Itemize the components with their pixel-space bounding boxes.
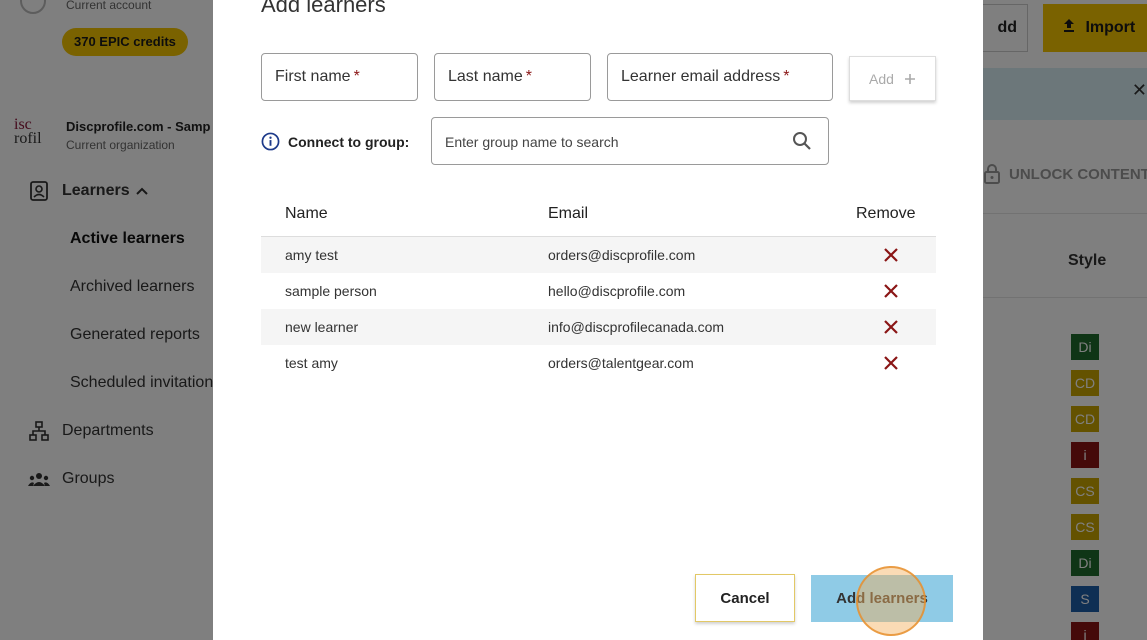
group-search [431,117,829,165]
plus-icon [904,73,916,85]
first-name-label: First name [275,68,351,85]
connect-to-group-label: Connect to group: [288,133,410,150]
add-learners-dialog: Add learners First name * Last name * Lear… [213,0,983,640]
close-icon [884,320,898,334]
remove-learner-button[interactable] [846,319,936,335]
last-name-label: Last name [448,68,523,85]
add-button[interactable]: Add [849,56,936,101]
close-icon [884,248,898,262]
learner-email: hello@discprofile.com [548,283,686,299]
learner-name: new learner [285,319,359,335]
learner-email: info@discprofilecanada.com [548,319,725,335]
remove-learner-button[interactable] [846,247,936,263]
required-mark: * [353,68,360,85]
required-mark: * [525,68,532,85]
remove-learner-button[interactable] [846,283,936,299]
email-field[interactable]: Learner email address * [607,53,833,101]
email-column-header: Email [548,205,589,222]
table-row: sample person hello@discprofile.com [261,273,936,309]
table-row: test amy orders@talentgear.com [261,345,936,381]
learner-email: orders@talentgear.com [548,355,694,371]
name-column-header: Name [285,205,328,222]
cancel-button[interactable]: Cancel [695,574,795,622]
connect-to-group: Connect to group: [261,132,409,151]
table-row: amy test orders@discprofile.com [261,237,936,273]
info-icon[interactable] [261,132,280,151]
close-icon [884,284,898,298]
learner-email: orders@discprofile.com [548,247,696,263]
learner-name: sample person [285,283,377,299]
learner-name: test amy [285,355,338,371]
first-name-field[interactable]: First name * [261,53,418,101]
table-row: new learner info@discprofilecanada.com [261,309,936,345]
close-icon [884,356,898,370]
search-icon[interactable] [792,131,812,156]
remove-column-header: Remove [856,205,916,222]
last-name-field[interactable]: Last name * [434,53,591,101]
table-body: amy test orders@discprofile.com sample per… [261,237,936,381]
dialog-title: Add learners [261,0,386,17]
add-learners-button[interactable]: Add learners [811,575,953,622]
email-label: Learner email address [621,68,781,85]
required-mark: * [783,68,790,85]
learner-name: amy test [285,247,338,263]
learners-table: Name Email Remove amy test orders@discpro… [261,192,936,381]
remove-learner-button[interactable] [846,355,936,371]
table-header: Name Email Remove [261,192,936,237]
group-search-input[interactable] [445,132,775,152]
add-button-label: Add [869,70,894,87]
